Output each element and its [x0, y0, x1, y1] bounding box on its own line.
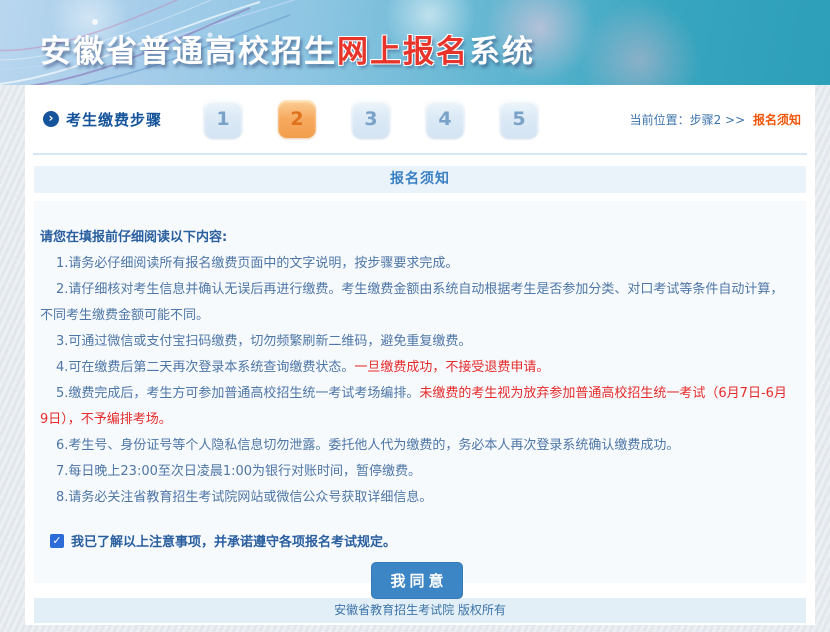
notice-item: 4.可在缴费后第二天再次登录本系统查询缴费状态。一旦缴费成功，不接受退费申请。	[40, 355, 794, 381]
notice-item-list: 1.请务必仔细阅读所有报名缴费页面中的文字说明，按步骤要求完成。 2.请仔细核对…	[40, 251, 794, 511]
agree-button[interactable]: 我同意	[371, 562, 462, 599]
step-box-3: 3	[352, 100, 390, 138]
step-box-4: 4	[426, 100, 464, 138]
page-title-part1: 安徽省普通高校招生	[40, 34, 337, 70]
notice-item: 5.缴费完成后，考生方可参加普通高校招生统一考试考场编排。未缴费的考生视为放弃参…	[40, 381, 794, 433]
page-body: › 考生缴费步骤 1 2 3 4 5 当前位置：步骤2 >> 报名须知 报名须知…	[0, 85, 830, 632]
header-banner: 安徽省普通高校招生网上报名系统	[0, 0, 830, 85]
page-title: 安徽省普通高校招生网上报名系统	[40, 26, 535, 71]
step-box-1: 1	[204, 100, 242, 138]
button-row: 我同意	[40, 562, 794, 599]
step-indicator: 1 2 3 4 5	[204, 100, 538, 138]
breadcrumb-current: 报名须知	[753, 113, 801, 127]
page: 安徽省普通高校招生网上报名系统 › 考生缴费步骤 1 2 3 4 5 当前位置：…	[0, 0, 830, 632]
breadcrumb: 当前位置：步骤2 >> 报名须知	[630, 111, 805, 128]
notice-title: 报名须知	[34, 166, 806, 193]
steps-title: › 考生缴费步骤	[43, 109, 162, 130]
step-number: 3	[364, 108, 377, 130]
steps-row: › 考生缴费步骤 1 2 3 4 5 当前位置：步骤2 >> 报名须知	[33, 85, 807, 155]
notice-item: 8.请务必关注省教育招生考试院网站或微信公众号获取详细信息。	[40, 485, 794, 511]
agreement-row: ✓ 我已了解以上注意事项，并承诺遵守各项报名考试规定。	[40, 531, 794, 550]
agree-checkbox[interactable]: ✓	[50, 534, 64, 548]
step-number: 2	[290, 108, 303, 130]
breadcrumb-prefix: 当前位置：步骤2 >>	[630, 113, 746, 127]
footer-copyright: 安徽省教育招生考试院 版权所有	[34, 598, 806, 623]
step-number: 5	[512, 108, 525, 130]
page-title-highlight: 网上报名	[337, 34, 469, 70]
steps-label: 考生缴费步骤	[66, 109, 162, 130]
step-number: 1	[216, 108, 229, 130]
notice-intro: 请您在填报前仔细阅读以下内容:	[40, 227, 794, 249]
step-box-5: 5	[500, 100, 538, 138]
step-number: 4	[438, 108, 451, 130]
notice-item: 2.请仔细核对考生信息并确认无误后再进行缴费。考生缴费金额由系统自动根据考生是否…	[40, 277, 794, 329]
agree-label: 我已了解以上注意事项，并承诺遵守各项报名考试规定。	[71, 531, 396, 550]
notice-panel: 请您在填报前仔细阅读以下内容: 1.请务必仔细阅读所有报名缴费页面中的文字说明，…	[34, 201, 806, 583]
notice-item: 3.可通过微信或支付宝扫码缴费，切勿频繁刷新二维码，避免重复缴费。	[40, 329, 794, 355]
step-box-2: 2	[278, 100, 316, 138]
notice-item: 1.请务必仔细阅读所有报名缴费页面中的文字说明，按步骤要求完成。	[40, 251, 794, 277]
notice-item: 6.考生号、身份证号等个人隐私信息切勿泄露。委托他人代为缴费的，务必本人再次登录…	[40, 433, 794, 459]
page-title-part2: 系统	[469, 34, 535, 70]
chevron-right-circle-icon: ›	[43, 111, 59, 127]
notice-item: 7.每日晚上23:00至次日凌晨1:00为银行对账时间，暂停缴费。	[40, 459, 794, 485]
content-column: › 考生缴费步骤 1 2 3 4 5 当前位置：步骤2 >> 报名须知 报名须知…	[25, 85, 815, 625]
